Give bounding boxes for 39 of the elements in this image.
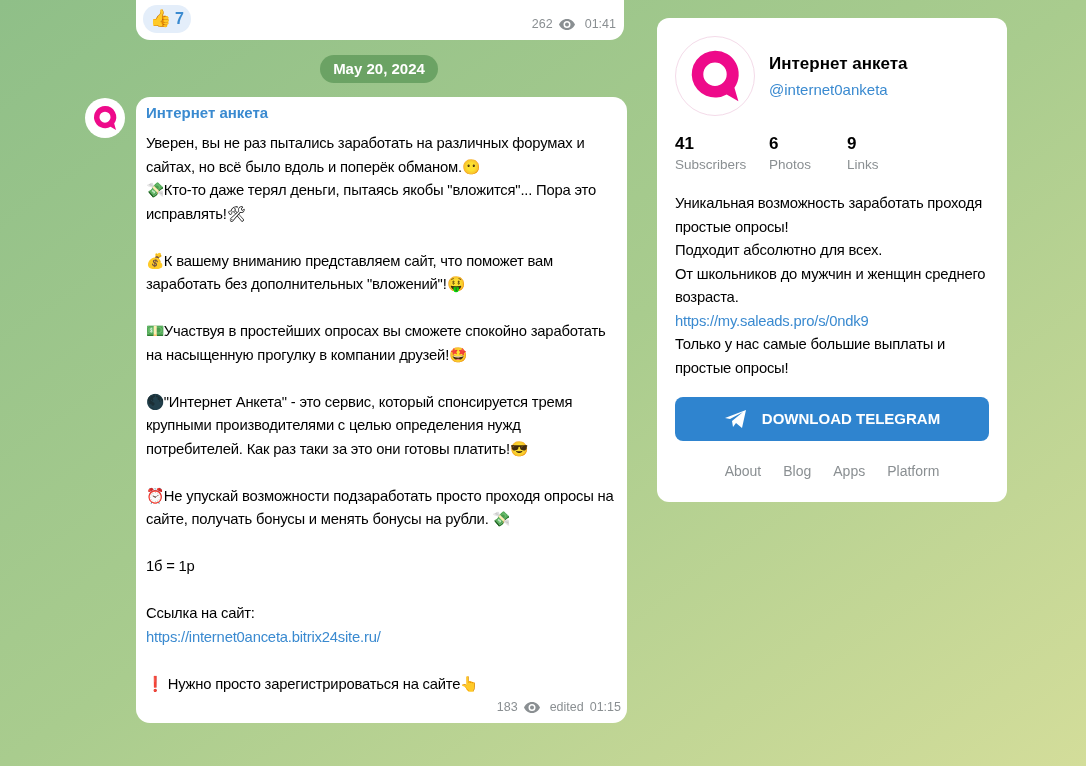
footer-link[interactable]: Platform <box>887 461 940 482</box>
eye-icon <box>558 19 575 31</box>
link[interactable]: https://internet0anceta.bitrix24site.ru/ <box>146 625 621 649</box>
channel-description: Только у нас самые большие выплаты и простые опросы! <box>675 335 947 378</box>
download-button[interactable]: DOWNLOAD TELEGRAM <box>675 397 989 441</box>
message-text: 🌑"Интернет Анкета" - это сервис, который спонсируется тремя крупными производителями с целью определения нужд потребителей. Как раз таки за это они готовы платить!😎 <box>146 392 574 459</box>
reaction-chip[interactable]: 👍 7 <box>143 5 191 33</box>
channel-description: От школьников до мужчин и женщин среднего возраста. <box>675 264 987 307</box>
message-author[interactable]: Интернет анкета <box>146 103 621 123</box>
view-count: 183 <box>496 699 518 716</box>
footer-link[interactable]: Blog <box>783 461 812 482</box>
message-text: ❗ Нужно просто зарегистрироваться на сайте👆 <box>146 674 480 694</box>
message-time: 01:15 <box>589 699 621 716</box>
message-text: 1б = 1р <box>146 557 196 576</box>
channel-title: Интернет анкета <box>769 53 908 75</box>
paper-plane-icon <box>723 409 748 429</box>
stat-label: Subscribers <box>675 156 748 174</box>
channel-handle[interactable]: @internet0anketa <box>769 78 908 101</box>
footer-link[interactable]: Apps <box>833 461 866 482</box>
message-text: 💸Кто-то даже терял деньги, пытаясь якобы "вложится"... Пора это исправлять!🛠 <box>146 181 597 224</box>
stat-value: 9 <box>847 133 858 155</box>
stat-label: Photos <box>769 156 813 174</box>
date-separator: May 20, 2024 <box>320 55 438 83</box>
channel-description: Уникальная возможность заработать проходя простые опросы! <box>675 194 983 237</box>
message-text: Ссылка на сайт: <box>146 604 256 623</box>
message-text: Уверен, вы не раз пытались заработать на различных форумах и сайтах, но всё было вдоль и поперёк обманом.😶 <box>146 134 586 177</box>
edited-label: edited <box>549 699 584 716</box>
message-text: 💵Участвуя в простейших опросах вы сможете спокойно заработать на насыщенную прогулку в компании друзей!🤩 <box>146 322 607 365</box>
channel-description: Подходит абсолютно для всех. <box>675 241 884 260</box>
link[interactable]: https://my.saleads.pro/s/0ndk9 <box>675 309 989 333</box>
message-text: ⏰Не упускай возможности подзаработать просто проходя опросы на сайте, получать бонусы и менять бонусы на рубли. 💸 <box>146 486 615 529</box>
message-time: 01:41 <box>584 16 616 34</box>
stat-label: Links <box>847 156 880 174</box>
footer-link[interactable]: About <box>724 461 762 482</box>
stat-value: 6 <box>769 133 780 155</box>
eye-icon <box>523 701 540 713</box>
view-count: 262 <box>531 16 553 34</box>
stat-value: 41 <box>675 133 695 155</box>
message-text: 💰К вашему вниманию представляем сайт, что поможет вам заработать без дополнительных "вложений"!🤑 <box>146 251 555 295</box>
